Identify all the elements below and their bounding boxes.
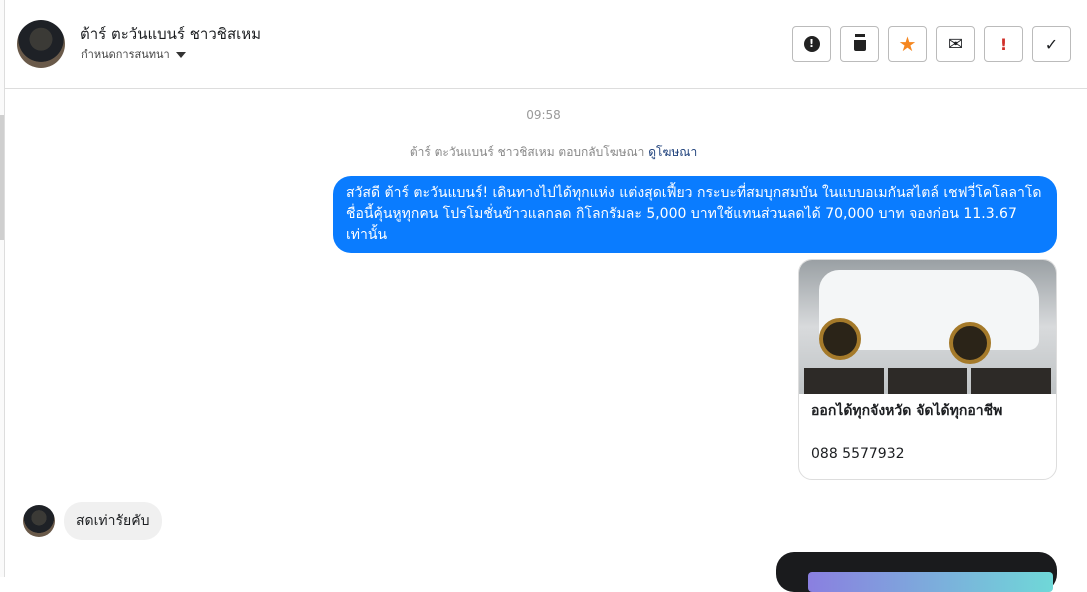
star-button[interactable]: ★ (888, 26, 927, 62)
envelope-icon: ✉ (947, 33, 964, 55)
ad-image (799, 260, 1056, 394)
mark-unread-button[interactable]: ✉ (936, 26, 975, 62)
ad-thumbnails (804, 368, 1052, 394)
reply-note-text: ต้าร์ ตะวันแบนร์ ชาวชิสเหม ตอบกลับโฆษณา (409, 145, 645, 159)
wheel (949, 322, 991, 364)
mark-done-button[interactable]: ✓ (1032, 26, 1071, 62)
sender-avatar[interactable] (23, 505, 55, 537)
ad-title: ออกได้ทุกจังหวัด จัดได้ทุกอาชีพ (811, 403, 1003, 419)
avatar[interactable] (17, 20, 65, 68)
view-ad-link[interactable]: ดูโฆษณา (648, 145, 697, 159)
ad-reply-note: ต้าร์ ตะวันแบนร์ ชาวชิสเหม ตอบกลับโฆษณา … (0, 143, 1087, 162)
caret-down-icon (175, 52, 186, 58)
ad-phone: 088 5577932 (811, 446, 905, 462)
incoming-message: สดเท่ารัยคับ (64, 502, 162, 540)
report-button[interactable]: ! (792, 26, 831, 62)
star-icon: ★ (898, 32, 917, 56)
media-preview (808, 572, 1053, 592)
thumbnail (971, 368, 1052, 394)
exclamation-circle-icon: ! (803, 36, 820, 52)
delete-button[interactable] (840, 26, 879, 62)
thumbnail (804, 368, 884, 394)
conversation-settings-label: กำหนดการสนทนา (81, 48, 170, 61)
outgoing-message: สวัสดี ต้าร์ ตะวันแบนร์! เดินทางไปได้ทุก… (333, 176, 1057, 253)
scrollbar-thumb[interactable] (0, 115, 4, 240)
message-timestamp: 09:58 (526, 108, 561, 122)
ad-card[interactable]: ออกได้ทุกจังหวัด จัดได้ทุกอาชีพ 088 5577… (798, 259, 1057, 480)
wheel (819, 318, 861, 360)
conversation-settings-dropdown[interactable]: กำหนดการสนทนา (81, 45, 186, 63)
thumbnail (887, 368, 968, 394)
check-icon: ✓ (1044, 34, 1059, 54)
mark-important-button[interactable]: ! (984, 26, 1023, 62)
trash-icon (853, 37, 866, 51)
conversation-header: ต้าร์ ตะวันแบนร์ ชาวชิสเหม กำหนดการสนทนา… (5, 0, 1087, 89)
contact-name: ต้าร์ ตะวันแบนร์ ชาวชิสเหม (80, 25, 261, 43)
outgoing-media-message[interactable] (776, 552, 1057, 592)
exclamation-icon: ! (999, 34, 1008, 54)
